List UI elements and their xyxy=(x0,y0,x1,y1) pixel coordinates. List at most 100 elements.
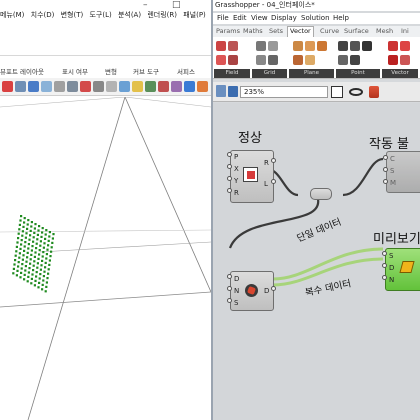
arrow-icon[interactable] xyxy=(93,81,104,92)
input-grip[interactable] xyxy=(227,152,232,157)
menu-item-tools[interactable]: 도구(L) xyxy=(89,10,111,20)
input-grip[interactable] xyxy=(227,188,232,193)
field-icon[interactable] xyxy=(228,41,238,51)
tab-viewport-layout[interactable]: 뷰포트 레이아웃 xyxy=(0,66,44,76)
pan-icon[interactable] xyxy=(15,81,26,92)
rotate-icon[interactable] xyxy=(28,81,39,92)
point-icon[interactable] xyxy=(350,55,360,65)
output-grip[interactable] xyxy=(271,179,276,184)
menu-item-analyze[interactable]: 분석(A) xyxy=(118,10,141,20)
menu-solution[interactable]: Solution xyxy=(301,14,330,22)
zoom-field[interactable]: 235% xyxy=(240,86,328,98)
input-r[interactable]: R xyxy=(234,189,239,197)
plane-icon[interactable] xyxy=(305,55,315,65)
menu-item-transform[interactable]: 변형(T) xyxy=(61,10,84,20)
view-icon[interactable] xyxy=(119,81,130,92)
zoom-icon[interactable] xyxy=(41,81,52,92)
input-grip[interactable] xyxy=(382,263,387,268)
menu-item-mesh[interactable]: 메뉴(M) xyxy=(0,10,24,20)
output-grip[interactable] xyxy=(271,158,276,163)
mesh-icon[interactable] xyxy=(145,81,156,92)
grid-icon[interactable] xyxy=(268,55,278,65)
tab-surface[interactable]: Surface xyxy=(344,27,369,35)
tab-intersect[interactable]: Ini xyxy=(401,27,409,35)
display-icon[interactable] xyxy=(184,81,195,92)
point-icon[interactable] xyxy=(338,55,348,65)
input-n[interactable]: N xyxy=(234,287,239,295)
tab-curve[interactable]: Curve xyxy=(320,27,339,35)
light-icon[interactable] xyxy=(132,81,143,92)
menu-edit[interactable]: Edit xyxy=(233,14,247,22)
vector-icon[interactable] xyxy=(388,55,398,65)
panel-grid[interactable]: Grid xyxy=(252,69,287,78)
normal-component[interactable]: P X Y R R L xyxy=(230,150,274,203)
input-grip[interactable] xyxy=(382,251,387,256)
output-grip[interactable] xyxy=(271,286,276,291)
input-grip[interactable] xyxy=(227,164,232,169)
minimize-button[interactable]: – xyxy=(143,0,148,10)
command-area[interactable] xyxy=(0,30,211,56)
render-icon[interactable] xyxy=(158,81,169,92)
input-grip[interactable] xyxy=(227,274,232,279)
plane-icon[interactable] xyxy=(305,41,315,51)
gh-canvas[interactable]: 정상 작동 불 미리보기 단일 데이터 복수 데이터 P X Y R R L C… xyxy=(213,103,420,420)
input-x[interactable]: X xyxy=(234,165,239,173)
input-c[interactable]: C xyxy=(390,155,395,163)
select-icon[interactable] xyxy=(2,81,13,92)
input-grip[interactable] xyxy=(383,167,388,172)
car-icon[interactable] xyxy=(80,81,91,92)
plane-icon[interactable] xyxy=(293,41,303,51)
grid-icon[interactable] xyxy=(67,81,78,92)
menu-file[interactable]: File xyxy=(217,14,229,22)
maximize-button[interactable]: □ xyxy=(172,0,181,10)
input-grip[interactable] xyxy=(383,179,388,184)
plane-icon[interactable] xyxy=(293,55,303,65)
output-l[interactable]: L xyxy=(264,180,268,188)
tab-mesh[interactable]: Mesh xyxy=(376,27,393,35)
input-y[interactable]: Y xyxy=(234,177,238,185)
relay-component[interactable] xyxy=(310,188,332,200)
vector-icon[interactable] xyxy=(388,41,398,51)
save-icon[interactable] xyxy=(228,86,238,97)
input-grip[interactable] xyxy=(227,286,232,291)
tab-sets[interactable]: Sets xyxy=(269,27,283,35)
input-s[interactable]: S xyxy=(390,167,394,175)
field-icon[interactable] xyxy=(216,55,226,65)
material-icon[interactable] xyxy=(171,81,182,92)
document-icon[interactable] xyxy=(216,85,226,97)
input-grip[interactable] xyxy=(383,155,388,160)
panel-field[interactable]: Field xyxy=(214,69,250,78)
panel-point[interactable]: Point xyxy=(336,69,380,78)
preview-component[interactable]: S D N xyxy=(385,248,420,291)
output-r[interactable]: R xyxy=(264,159,269,167)
input-s[interactable]: S xyxy=(389,252,393,260)
perspective-viewport[interactable] xyxy=(0,96,211,420)
disabled-component[interactable]: C S M xyxy=(386,151,420,193)
menu-item-dimension[interactable]: 치수(D) xyxy=(31,10,55,20)
field-icon[interactable] xyxy=(228,55,238,65)
tab-curve-tools[interactable]: 커브 도구 xyxy=(133,66,159,76)
input-s[interactable]: S xyxy=(234,299,238,307)
grid-icon[interactable] xyxy=(268,41,278,51)
zoom-window-icon[interactable] xyxy=(54,81,65,92)
panel-plane[interactable]: Plane xyxy=(289,69,334,78)
input-d[interactable]: D xyxy=(234,275,239,283)
menu-item-panels[interactable]: 패널(P) xyxy=(183,10,206,20)
input-grip[interactable] xyxy=(227,176,232,181)
menu-view[interactable]: View xyxy=(251,14,268,22)
data-component[interactable]: D N S D xyxy=(230,271,274,311)
tab-params[interactable]: Params xyxy=(216,27,240,35)
input-grip[interactable] xyxy=(382,275,387,280)
input-n[interactable]: N xyxy=(389,276,394,284)
tab-maths[interactable]: Maths xyxy=(243,27,263,35)
grid-icon[interactable] xyxy=(256,41,266,51)
grid-icon[interactable] xyxy=(256,55,266,65)
field-icon[interactable] xyxy=(216,41,226,51)
point-icon[interactable] xyxy=(350,41,360,51)
output-d[interactable]: D xyxy=(264,287,269,295)
sketch-pen-icon[interactable] xyxy=(369,86,379,98)
input-grip[interactable] xyxy=(227,298,232,303)
panel-vector[interactable]: Vector xyxy=(382,69,418,78)
input-d[interactable]: D xyxy=(389,264,394,272)
menu-display[interactable]: Display xyxy=(271,14,297,22)
